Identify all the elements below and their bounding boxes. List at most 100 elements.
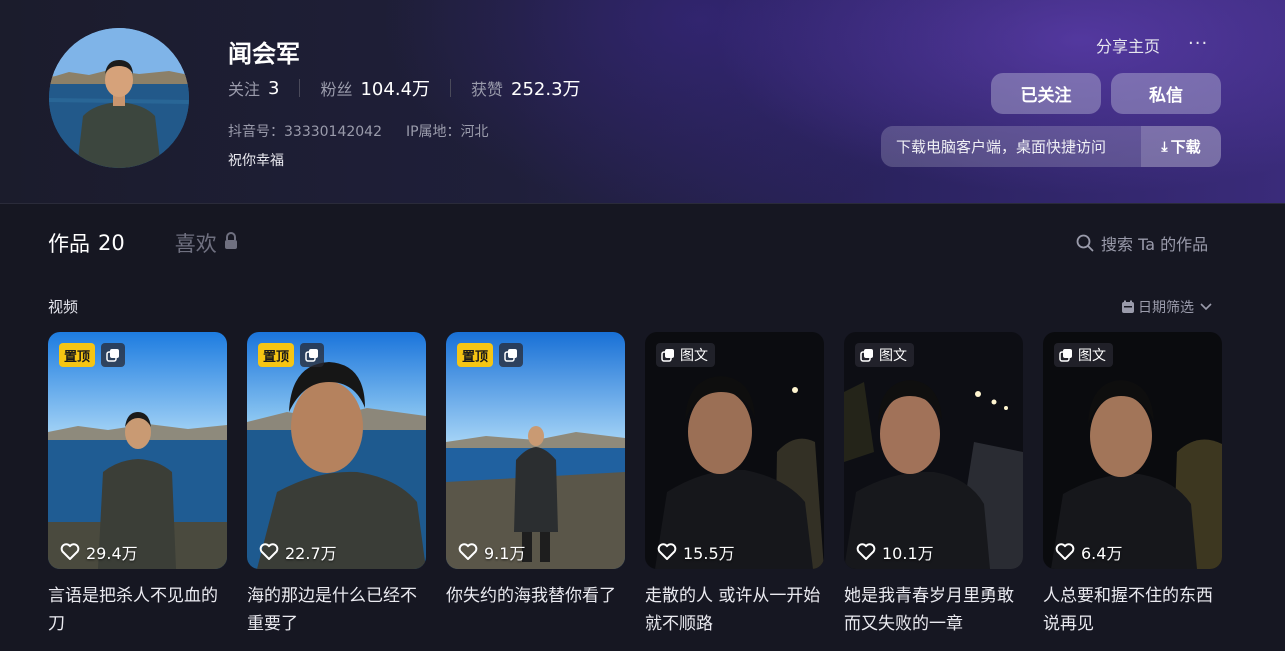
share-profile-link[interactable]: 分享主页 [1096,33,1160,57]
thumbnail-badges: 图文 [855,343,914,367]
photo-post-label: 图文 [879,348,907,364]
avatar[interactable] [49,28,189,168]
photo-post-badge: 图文 [656,343,715,367]
following-count[interactable]: 3 [268,78,279,99]
video-caption[interactable]: 你失约的海我替你看了 [446,582,625,638]
download-button-label: 下载 [1170,138,1201,156]
like-count-value: 29.4万 [86,544,138,563]
search-works-input[interactable]: 搜索 Ta 的作品 [1076,231,1208,255]
thumbnail-image [645,332,824,569]
photo-post-label: 图文 [1078,348,1106,364]
profile-meta: 抖音号：33330142042 IP属地：河北 [228,121,489,141]
download-client-text[interactable]: 下载电脑客户端，桌面快捷访问 [881,126,1141,167]
like-count-value: 15.5万 [683,544,735,563]
likes-received-label: 获赞 [471,80,504,99]
tab-works-label: 作品 [48,232,90,256]
chevron-down-icon [1200,303,1212,311]
like-count-value: 9.1万 [484,544,526,563]
profile-tabs: 作品 20 喜欢 [48,228,289,258]
search-works-placeholder: 搜索 Ta 的作品 [1101,235,1209,254]
video-thumbnail[interactable]: 置顶 9.1万 [446,332,625,569]
like-count: 29.4万 [60,540,138,564]
thumbnail-image [844,332,1023,569]
video-thumbnail[interactable]: 置顶 22.7万 [247,332,426,569]
followed-button[interactable]: 已关注 [991,73,1101,114]
section-label-video: 视频 [48,298,79,316]
like-count: 22.7万 [259,540,337,564]
more-icon[interactable]: ··· [1188,33,1208,54]
followers-count[interactable]: 104.4万 [360,75,430,101]
heart-icon [657,543,677,560]
multi-image-icon [101,343,126,367]
thumbnail-image [48,332,227,569]
video-card[interactable]: 置顶 22.7万 海的那边是什么已经不重要了 [247,332,426,638]
video-card[interactable]: 置顶 9.1万 你失约的海我替你看了 [446,332,625,638]
like-count-value: 22.7万 [285,544,337,563]
heart-icon [1055,543,1075,560]
multi-image-icon [860,349,873,362]
message-button[interactable]: 私信 [1111,73,1221,114]
video-caption[interactable]: 言语是把杀人不见血的刀 [48,582,227,638]
heart-icon [458,543,478,560]
like-count: 6.4万 [1055,540,1122,564]
thumbnail-image [247,332,426,569]
user-name: 闻会军 [228,40,300,68]
lock-icon [223,231,239,255]
thumbnail-badges: 置顶 [59,343,126,367]
profile-signature: 祝你幸福 [228,153,284,169]
likes-received-count: 252.3万 [511,79,581,100]
profile-stats: 关注 3 粉丝 104.4万 获赞 252.3万 [228,75,581,101]
calendar-icon [1122,300,1134,313]
video-card[interactable]: 图文 6.4万 人总要和握不住的东西说再见 [1043,332,1222,638]
like-count: 9.1万 [458,540,525,564]
ip-location: IP属地：河北 [405,124,489,140]
video-card[interactable]: 图文 15.5万 走散的人 或许从一开始就不顺路 [645,332,824,638]
multi-image-icon [499,343,524,367]
tab-works-count: 20 [98,231,125,255]
followers-label[interactable]: 粉丝 [320,76,352,100]
stat-divider [450,79,452,97]
tab-likes[interactable]: 喜欢 [175,228,239,258]
stat-divider [299,79,301,97]
following-label[interactable]: 关注 [228,76,260,100]
douyin-id: 抖音号：33330142042 [228,124,382,140]
heart-icon [259,543,279,560]
thumbnail-image [446,332,625,569]
video-grid: 置顶 29.4万 言语是把杀人不见血的刀 置顶 22.7万 海的那边是什么已经不… [48,332,1222,638]
video-caption[interactable]: 海的那边是什么已经不重要了 [247,582,426,638]
video-thumbnail[interactable]: 置顶 29.4万 [48,332,227,569]
download-icon: ⤓ [1161,138,1168,155]
video-caption[interactable]: 她是我青春岁月里勇敢而又失败的一章 [844,582,1023,638]
download-button[interactable]: ⤓ 下载 [1141,126,1221,167]
video-thumbnail[interactable]: 图文 10.1万 [844,332,1023,569]
multi-image-icon [300,343,325,367]
avatar-image [49,28,189,168]
like-count: 15.5万 [657,540,735,564]
video-thumbnail[interactable]: 图文 15.5万 [645,332,824,569]
like-count: 10.1万 [856,540,934,564]
pinned-badge: 置顶 [258,343,295,367]
video-thumbnail[interactable]: 图文 6.4万 [1043,332,1222,569]
date-filter-dropdown[interactable]: 日期筛选 [1121,297,1212,317]
like-count-value: 10.1万 [882,544,934,563]
video-caption[interactable]: 人总要和握不住的东西说再见 [1043,582,1222,638]
download-client-banner: 下载电脑客户端，桌面快捷访问 ⤓ 下载 [881,126,1221,167]
multi-image-icon [661,349,674,362]
multi-image-icon [1059,349,1072,362]
thumbnail-badges: 置顶 [258,343,325,367]
thumbnail-badges: 图文 [1054,343,1113,367]
thumbnail-badges: 图文 [656,343,715,367]
tab-likes-label: 喜欢 [174,232,217,256]
heart-icon [60,543,80,560]
video-card[interactable]: 置顶 29.4万 言语是把杀人不见血的刀 [48,332,227,638]
pinned-badge: 置顶 [59,343,96,367]
tab-works[interactable]: 作品 20 [48,228,125,258]
thumbnail-image [1043,332,1222,569]
heart-icon [856,543,876,560]
video-card[interactable]: 图文 10.1万 她是我青春岁月里勇敢而又失败的一章 [844,332,1023,638]
like-count-value: 6.4万 [1081,544,1123,563]
pinned-badge: 置顶 [457,343,494,367]
video-caption[interactable]: 走散的人 或许从一开始就不顺路 [645,582,824,638]
search-icon [1076,234,1094,252]
photo-post-badge: 图文 [1054,343,1113,367]
